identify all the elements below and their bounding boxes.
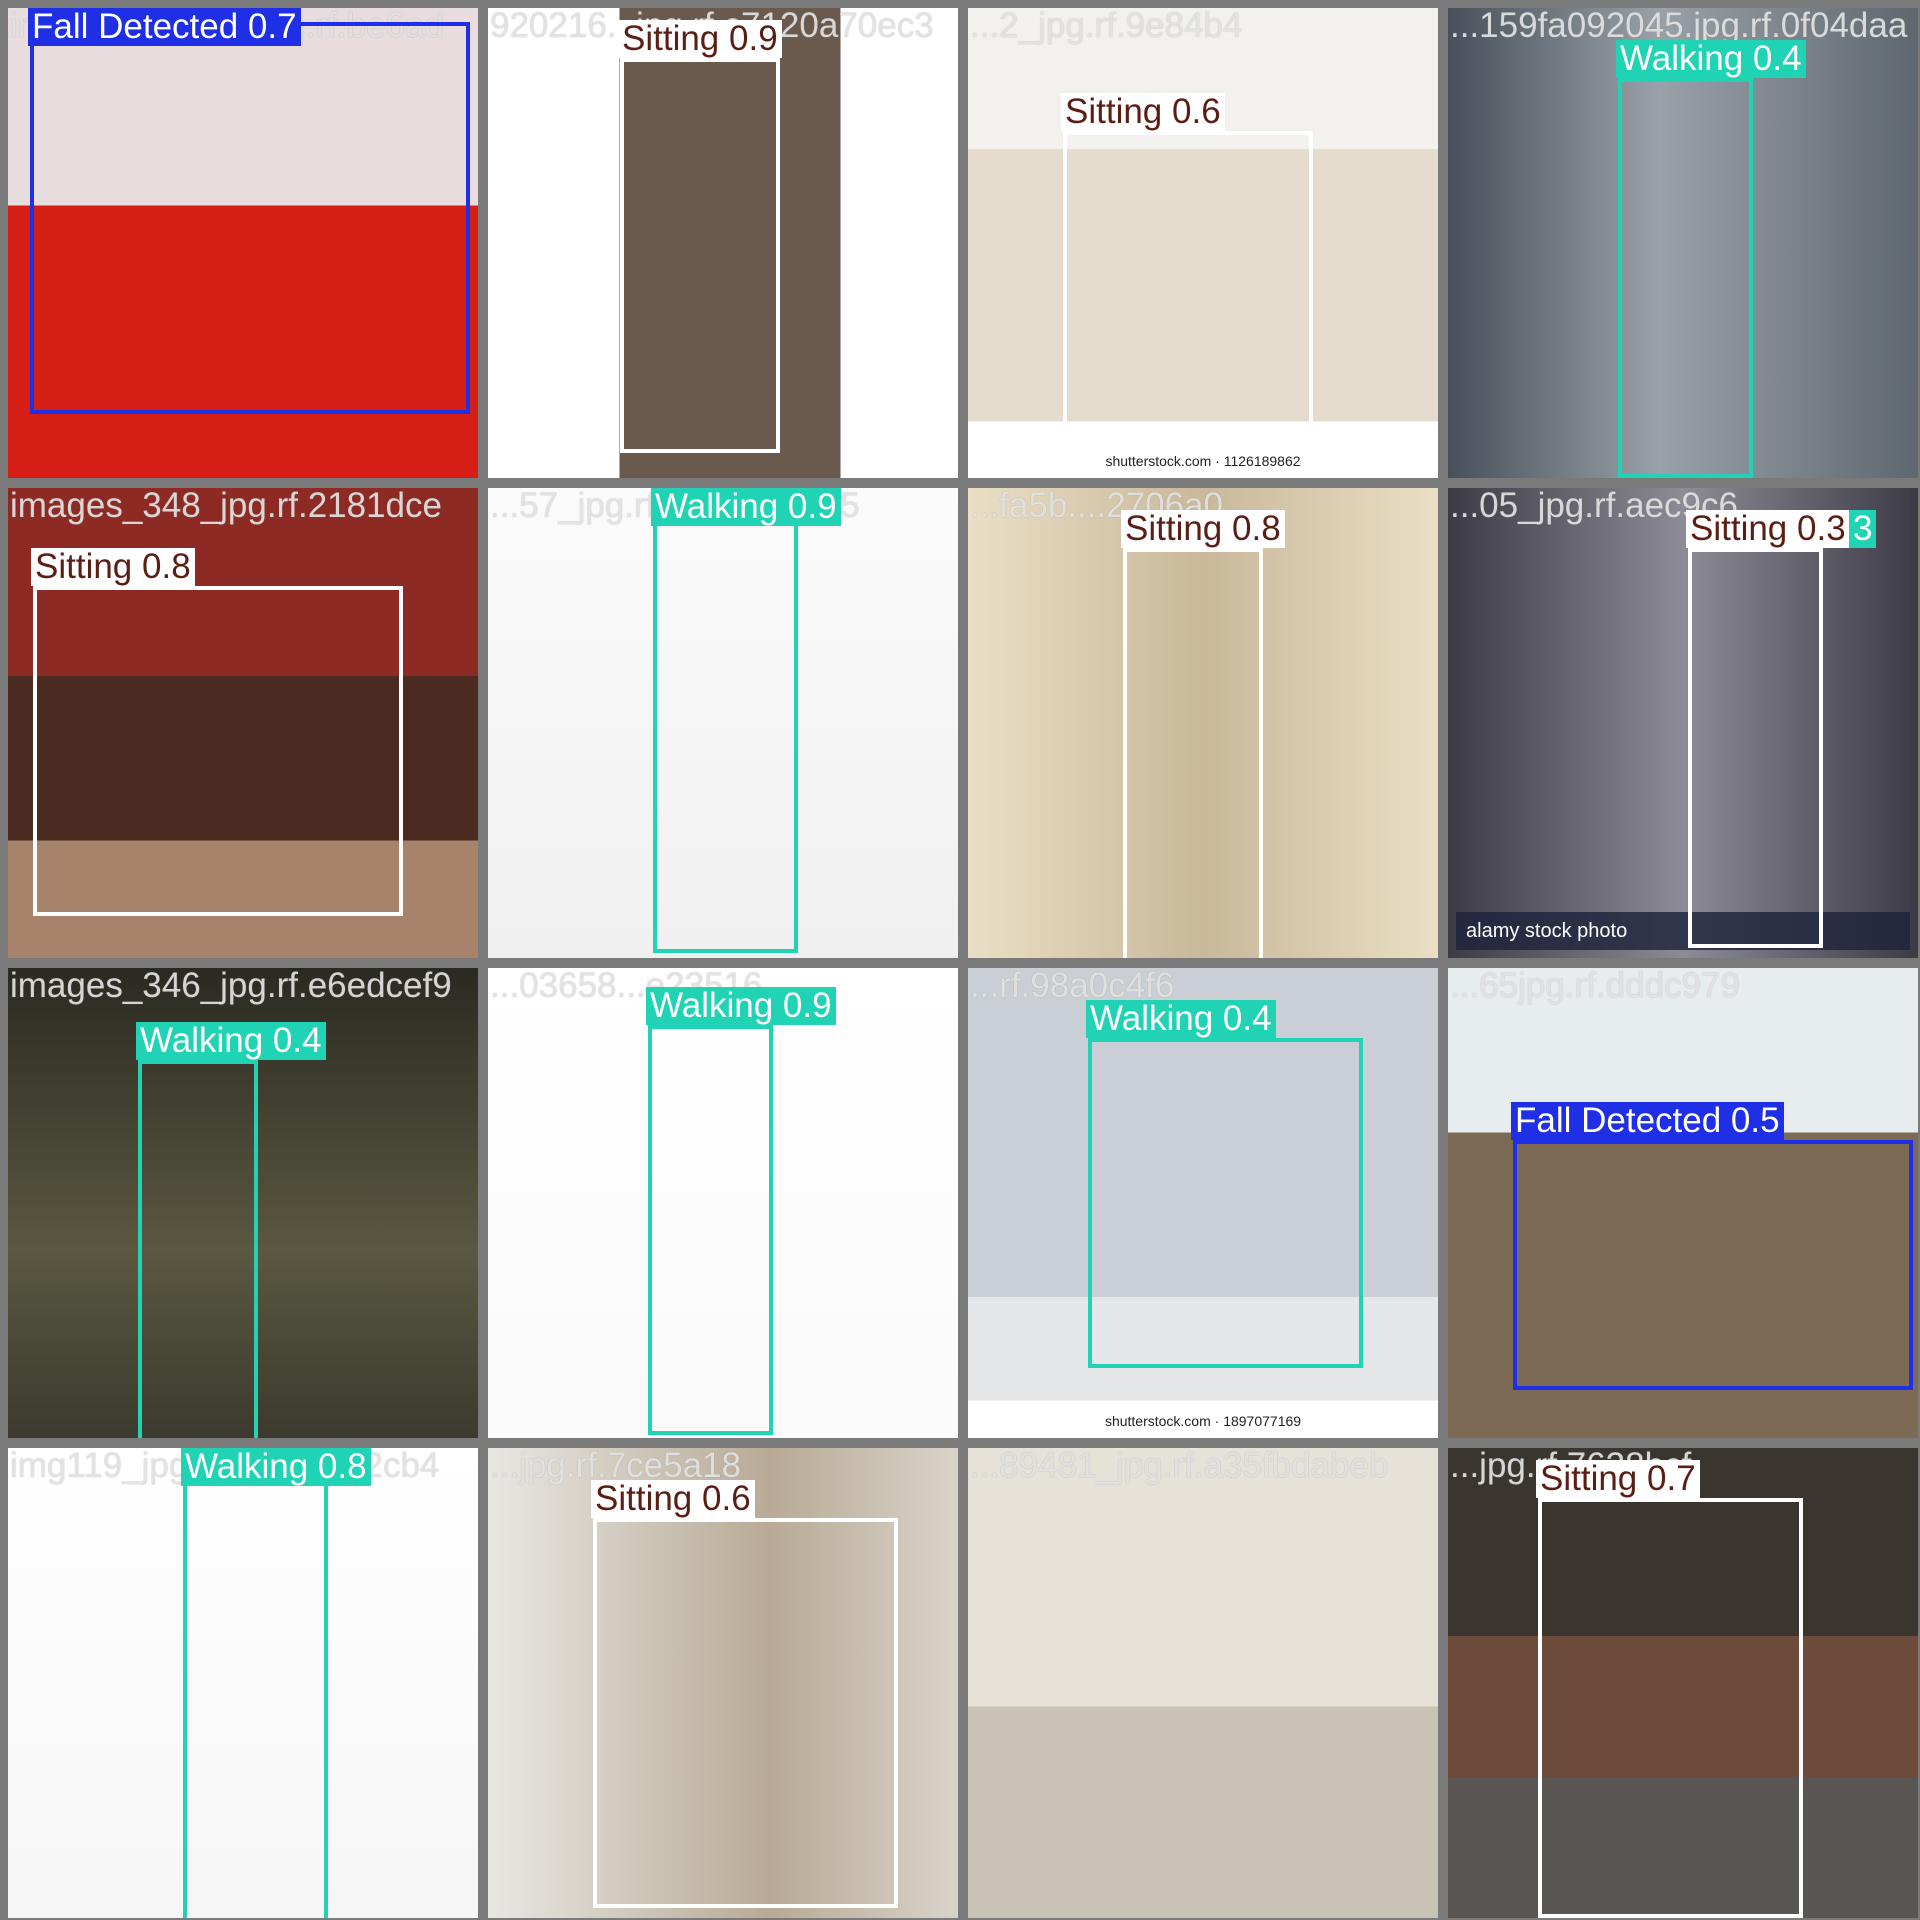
- detection-box: [1618, 78, 1753, 478]
- mosaic-tile: alamy stock photo ...05_jpg.rf.aec9c6 Sitt…: [1448, 488, 1918, 958]
- scene-photo: [1448, 488, 1918, 958]
- mosaic-tile: images_303_2_jpg.rf.be6adFall Detected 0…: [8, 8, 478, 478]
- mosaic-tile: images_346_jpg.rf.e6edcef9 Walking 0.4: [8, 968, 478, 1438]
- detection-box: [30, 22, 470, 414]
- detection-label: Sitting 0.8: [31, 548, 195, 586]
- stock-watermark: alamy stock photo: [1456, 912, 1910, 950]
- detection-label: Sitting 0.3: [1686, 510, 1850, 548]
- detection-box: [183, 1458, 328, 1918]
- detection-label: 3: [1849, 510, 1877, 548]
- detection-label: Sitting 0.6: [1061, 93, 1225, 131]
- detection-box: [1063, 131, 1313, 441]
- mosaic-tile: ...57_jpg.rf.2e3b54b795Walking 0.9: [488, 488, 958, 958]
- detection-box: [138, 1060, 258, 1438]
- mosaic-tile: 920216...jpg.rf.c7120a70ec3Sitting 0.9: [488, 8, 958, 478]
- detection-label: Walking 0.9: [651, 488, 841, 526]
- stock-watermark: shutterstock.com · 1897077169: [968, 1404, 1438, 1438]
- detection-label: Walking 0.9: [646, 987, 836, 1025]
- detection-box: [1088, 1038, 1363, 1368]
- mosaic-tile: shutterstock.com · 1897077169 ...rf.98a0c…: [968, 968, 1438, 1438]
- detection-label: Sitting 0.7: [1536, 1460, 1700, 1498]
- mosaic-tile: ...jpg.rf.7638bcfSitting 0.7: [1448, 1448, 1918, 1918]
- detection-label: Sitting 0.6: [591, 1480, 755, 1518]
- detection-box: [1513, 1140, 1913, 1390]
- mosaic-tile: ...89481_jpg.rf.a35fbdabeb: [968, 1448, 1438, 1918]
- stock-watermark: shutterstock.com · 1126189862: [968, 444, 1438, 478]
- mosaic-tile: ...fa5b....2706a0 Sitting 0.8: [968, 488, 1438, 958]
- detection-box: [1538, 1498, 1803, 1918]
- detection-box: [33, 586, 403, 916]
- scene-photo: [968, 1448, 1438, 1918]
- detection-box: [648, 1025, 773, 1435]
- mosaic-tile: shutterstock.com · 1126189862 ...2_jpg.rf…: [968, 8, 1438, 478]
- mosaic-tile: img119_jpg.rf.c50b4762cb4Walking 0.8: [8, 1448, 478, 1918]
- detection-label: Fall Detected 0.7: [28, 8, 301, 46]
- detection-label: Walking 0.4: [136, 1022, 326, 1060]
- detection-grid: images_303_2_jpg.rf.be6adFall Detected 0…: [0, 0, 1920, 1920]
- detection-label: Sitting 0.8: [1121, 510, 1285, 548]
- detection-box: [593, 1518, 898, 1908]
- detection-box: [1123, 548, 1263, 958]
- detection-label: Walking 0.8: [181, 1448, 371, 1486]
- mosaic-tile: ...159fa092045.jpg.rf.0f04daa Walking 0.4: [1448, 8, 1918, 478]
- mosaic-tile: ...65jpg.rf.dddc979 Fall Detected 0.5: [1448, 968, 1918, 1438]
- detection-label: Walking 0.4: [1616, 40, 1806, 78]
- mosaic-tile: ...jpg.rf.7ce5a18 Sitting 0.6: [488, 1448, 958, 1918]
- mosaic-tile: ...03658...e23516 Walking 0.9: [488, 968, 958, 1438]
- detection-label: Sitting 0.9: [618, 20, 782, 58]
- detection-box: [620, 58, 780, 453]
- detection-box: [653, 513, 798, 953]
- mosaic-tile: images_348_jpg.rf.2181dce Sitting 0.8: [8, 488, 478, 958]
- detection-label: Fall Detected 0.5: [1511, 1102, 1784, 1140]
- detection-label: Walking 0.4: [1086, 1000, 1276, 1038]
- detection-box: [1688, 548, 1823, 948]
